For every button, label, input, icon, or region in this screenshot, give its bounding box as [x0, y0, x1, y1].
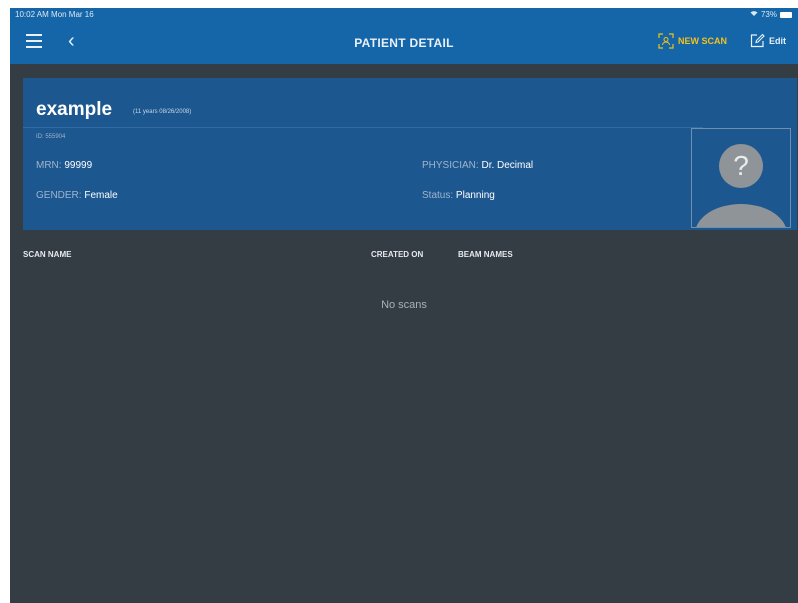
avatar-body: [695, 204, 787, 227]
question-mark-icon: ?: [719, 144, 763, 188]
scan-icon: [658, 33, 674, 49]
status-field: Status: Planning: [422, 190, 495, 201]
gender-label: GENDER:: [36, 190, 82, 201]
status-time: 10:02 AM Mon Mar 16: [15, 10, 94, 19]
mrn-value: 99999: [64, 160, 93, 171]
physician-label: PHYSICIAN:: [422, 160, 479, 171]
patient-id: ID: 555904: [36, 134, 66, 140]
physician-value: Dr. Decimal: [481, 160, 534, 171]
scans-table-header: SCAN NAME CREATED ON BEAM NAMES: [23, 250, 783, 264]
wifi-icon: [750, 10, 758, 19]
empty-scans-message: No scans: [381, 299, 427, 311]
gender-value: Female: [84, 190, 118, 201]
column-created-on[interactable]: CREATED ON: [371, 250, 423, 259]
edit-label: Edit: [769, 35, 786, 46]
status-value: Planning: [455, 190, 495, 201]
gender-field: GENDER: Female: [36, 190, 118, 201]
physician-field: PHYSICIAN: Dr. Decimal: [422, 160, 533, 171]
edit-icon: [750, 33, 765, 48]
column-beam-names[interactable]: BEAM NAMES: [458, 250, 513, 259]
status-right: 73%: [750, 10, 792, 19]
ipad-screen: 10:02 AM Mon Mar 16 73% ‹ PATIENT DETAIL…: [10, 8, 798, 603]
patient-card: example (11 years 08/26/2008) ID: 555904…: [23, 78, 797, 230]
patient-age-dob: (11 years 08/26/2008): [133, 109, 192, 115]
patient-photo[interactable]: ?: [691, 128, 791, 228]
battery-icon: [780, 11, 792, 18]
status-bar: 10:02 AM Mon Mar 16 73%: [10, 8, 798, 22]
new-scan-label: NEW SCAN: [678, 36, 727, 46]
patient-name: example: [36, 99, 113, 120]
card-divider: [23, 127, 703, 128]
battery-percent: 73%: [760, 10, 777, 19]
nav-bar: ‹ PATIENT DETAIL NEW SCAN Edit: [10, 22, 798, 64]
new-scan-button[interactable]: NEW SCAN: [658, 33, 727, 49]
edit-button[interactable]: Edit: [750, 33, 786, 48]
mrn-field: MRN: 99999: [36, 160, 92, 171]
mrn-label: MRN:: [36, 160, 62, 171]
status-label: Status:: [422, 190, 454, 201]
column-scan-name[interactable]: SCAN NAME: [23, 250, 71, 259]
